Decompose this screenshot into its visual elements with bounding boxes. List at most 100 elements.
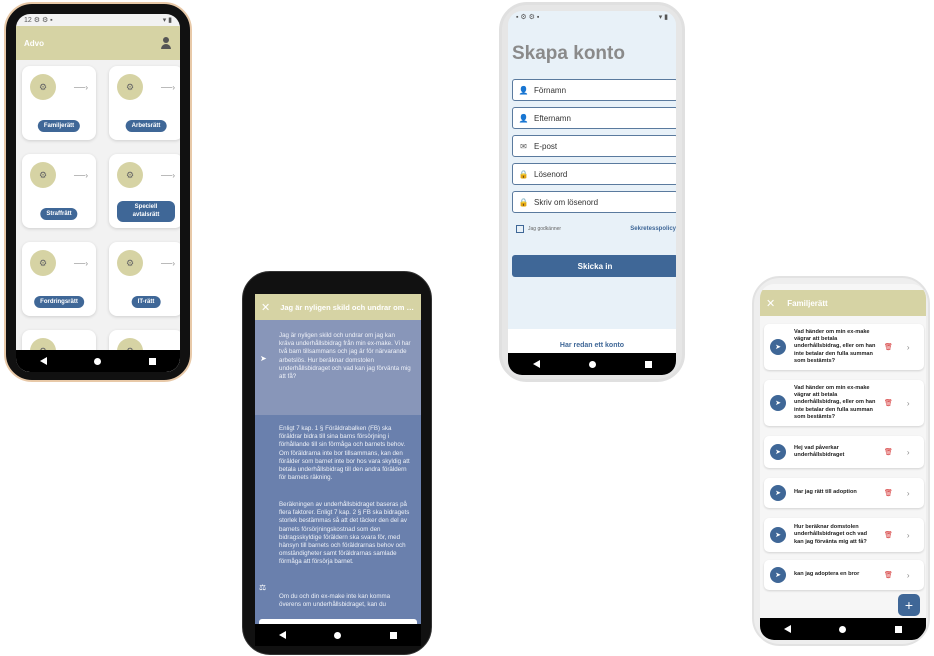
question-card[interactable]: ➤ Vad händer om min ex-make vägrar att b…	[764, 324, 924, 370]
app-title: Advo	[24, 38, 44, 48]
arrow-right-icon: ──›	[161, 259, 175, 268]
back-icon[interactable]	[784, 625, 792, 633]
send-icon: ➤	[260, 354, 267, 363]
chevron-right-icon[interactable]: ›	[907, 448, 910, 457]
person-icon: 👤	[518, 113, 529, 123]
back-icon[interactable]	[39, 357, 47, 365]
category-button[interactable]: Straffrätt	[40, 208, 78, 220]
category-card-speciell-avtalsratt[interactable]: ⚙ ──› Speciell avtalsrätt	[109, 154, 180, 228]
phone-chat: ✕ Jag är nyligen skild och undrar om jag…	[242, 271, 432, 655]
question-text: kan jag adoptera en bror	[794, 571, 860, 578]
history-screen: ✕ Familjerätt ➤ Vad händer om min ex-mak…	[760, 284, 926, 640]
trash-icon[interactable]: 🗑	[884, 448, 893, 456]
arrow-right-icon: ──›	[74, 259, 88, 268]
category-card-arbetsratt[interactable]: ⚙ ──› Arbetsrätt	[109, 66, 180, 140]
chevron-right-icon[interactable]: ›	[907, 531, 910, 540]
add-question-button[interactable]: +	[898, 594, 920, 616]
history-header: ✕ Familjerätt	[760, 290, 926, 316]
category-button[interactable]: Arbetsrätt	[125, 120, 167, 132]
privacy-policy-link[interactable]: Sekretesspolicy	[630, 226, 676, 232]
consent-row: Jag godkänner Sekretesspolicy	[516, 225, 676, 233]
lock-icon: 🔒	[518, 197, 529, 207]
recents-icon[interactable]	[644, 360, 652, 368]
chat-title: Jag är nyligen skild och undrar om jag k…	[280, 302, 415, 312]
password-repeat-placeholder: Skriv om lösenord	[534, 197, 599, 207]
page-title: Skapa konto	[512, 43, 625, 64]
question-text: Vad händer om min ex-make vägrar att bet…	[794, 328, 876, 364]
signup-screen: ▪ ⚙ ⚙ ▪ ▾ ▮ Skapa konto 👤 Förnamn 👤 Efter…	[508, 11, 676, 375]
system-nav-bar	[255, 624, 421, 646]
bot-message-paragraph-1: Enligt 7 kap. 1 § Föräldrabalken (FB) sk…	[279, 425, 410, 482]
category-card-it-ratt[interactable]: ⚙ ──› IT-rätt	[109, 242, 180, 316]
arrow-right-icon: ──›	[74, 171, 88, 180]
home-icon[interactable]	[839, 625, 847, 633]
user-icon[interactable]	[160, 37, 172, 49]
chevron-right-icon[interactable]: ›	[907, 571, 910, 580]
phone-categories: 12 ⚙ ⚙ ▪ ▾ ▮ Advo ⚙ ──› Familjerätt ⚙ ──›…	[4, 2, 192, 382]
send-icon: ➤	[770, 485, 786, 501]
system-nav-bar	[16, 350, 180, 372]
password-field[interactable]: 🔒 Lösenord	[512, 163, 676, 185]
arrow-right-icon: ──›	[161, 83, 175, 92]
question-card[interactable]: ➤ kan jag adoptera en bror 🗑 ›	[764, 560, 924, 590]
consent-checkbox[interactable]	[516, 225, 524, 233]
user-message-text: Jag är nyligen skild och undrar om jag k…	[279, 332, 411, 380]
user-message: ➤ Jag är nyligen skild och undrar om jag…	[255, 320, 421, 415]
question-card[interactable]: ➤ Hur beräknar domstolen underhållsbidra…	[764, 518, 924, 552]
home-icon[interactable]	[588, 360, 596, 368]
arrow-right-icon: ──›	[161, 171, 175, 180]
chevron-right-icon[interactable]: ›	[907, 489, 910, 498]
category-card-fordringsratt[interactable]: ⚙ ──› Fordringsrätt	[22, 242, 96, 316]
trash-icon[interactable]: 🗑	[884, 571, 893, 579]
trash-icon[interactable]: 🗑	[884, 489, 893, 497]
gear-icon: ⚙	[30, 74, 56, 100]
home-icon[interactable]	[94, 357, 102, 365]
close-icon[interactable]: ✕	[766, 297, 775, 310]
recents-icon[interactable]	[149, 357, 157, 365]
recents-icon[interactable]	[894, 625, 902, 633]
send-icon: ➤	[770, 395, 786, 411]
category-grid: ⚙ ──› Familjerätt ⚙ ──› Arbetsrätt ⚙ ──›…	[22, 66, 180, 372]
category-button[interactable]: Speciell avtalsrätt	[117, 201, 175, 222]
trash-icon[interactable]: 🗑	[884, 531, 893, 539]
category-button[interactable]: IT-rätt	[131, 296, 161, 308]
category-card-straffratt[interactable]: ⚙ ──› Straffrätt	[22, 154, 96, 228]
password-repeat-field[interactable]: 🔒 Skriv om lösenord	[512, 191, 676, 213]
categories-screen: 12 ⚙ ⚙ ▪ ▾ ▮ Advo ⚙ ──› Familjerätt ⚙ ──›…	[16, 14, 180, 372]
trash-icon[interactable]: 🗑	[884, 399, 893, 407]
bot-message: ⚖ Enligt 7 kap. 1 § Föräldrabalken (FB) …	[255, 415, 421, 615]
email-field[interactable]: ✉ E-post	[512, 135, 676, 157]
home-icon[interactable]	[334, 631, 342, 639]
category-button[interactable]: Familjerätt	[37, 120, 81, 132]
question-card[interactable]: ➤ Vad händer om min ex-make vägrar att b…	[764, 380, 924, 426]
send-icon: ➤	[770, 527, 786, 543]
category-card-familjeratt[interactable]: ⚙ ──› Familjerätt	[22, 66, 96, 140]
first-name-field[interactable]: 👤 Förnamn	[512, 79, 676, 101]
send-icon: ➤	[770, 444, 786, 460]
chevron-right-icon[interactable]: ›	[907, 343, 910, 352]
question-text: Har jag rätt till adoption	[794, 489, 857, 496]
phone-history: ✕ Familjerätt ➤ Vad händer om min ex-mak…	[752, 276, 930, 646]
question-card[interactable]: ➤ Har jag rätt till adoption 🗑 ›	[764, 478, 924, 508]
send-icon: ➤	[770, 339, 786, 355]
email-placeholder: E-post	[534, 141, 558, 151]
recents-icon[interactable]	[389, 631, 397, 639]
chevron-right-icon[interactable]: ›	[907, 399, 910, 408]
trash-icon[interactable]: 🗑	[884, 343, 893, 351]
chat-header: ✕ Jag är nyligen skild och undrar om jag…	[255, 294, 421, 320]
submit-button[interactable]: Skicka in	[512, 255, 676, 277]
lock-icon: 🔒	[518, 169, 529, 179]
last-name-field[interactable]: 👤 Efternamn	[512, 107, 676, 129]
consent-label: Jag godkänner	[528, 226, 562, 232]
app-header: Advo	[16, 26, 180, 60]
close-icon[interactable]: ✕	[261, 301, 270, 314]
question-text: Hur beräknar domstolen underhållsbidrage…	[794, 524, 868, 545]
question-text: Hej vad påverkar underhållsbidraget	[794, 444, 845, 458]
chat-screen: ✕ Jag är nyligen skild och undrar om jag…	[255, 294, 421, 646]
back-icon[interactable]	[532, 360, 540, 368]
category-button[interactable]: Fordringsrätt	[34, 296, 84, 308]
gear-icon: ⚙	[30, 162, 56, 188]
back-icon[interactable]	[279, 631, 287, 639]
question-card[interactable]: ➤ Hej vad påverkar underhållsbidraget 🗑 …	[764, 436, 924, 468]
question-text: Vad händer om min ex-make vägrar att bet…	[794, 384, 876, 420]
